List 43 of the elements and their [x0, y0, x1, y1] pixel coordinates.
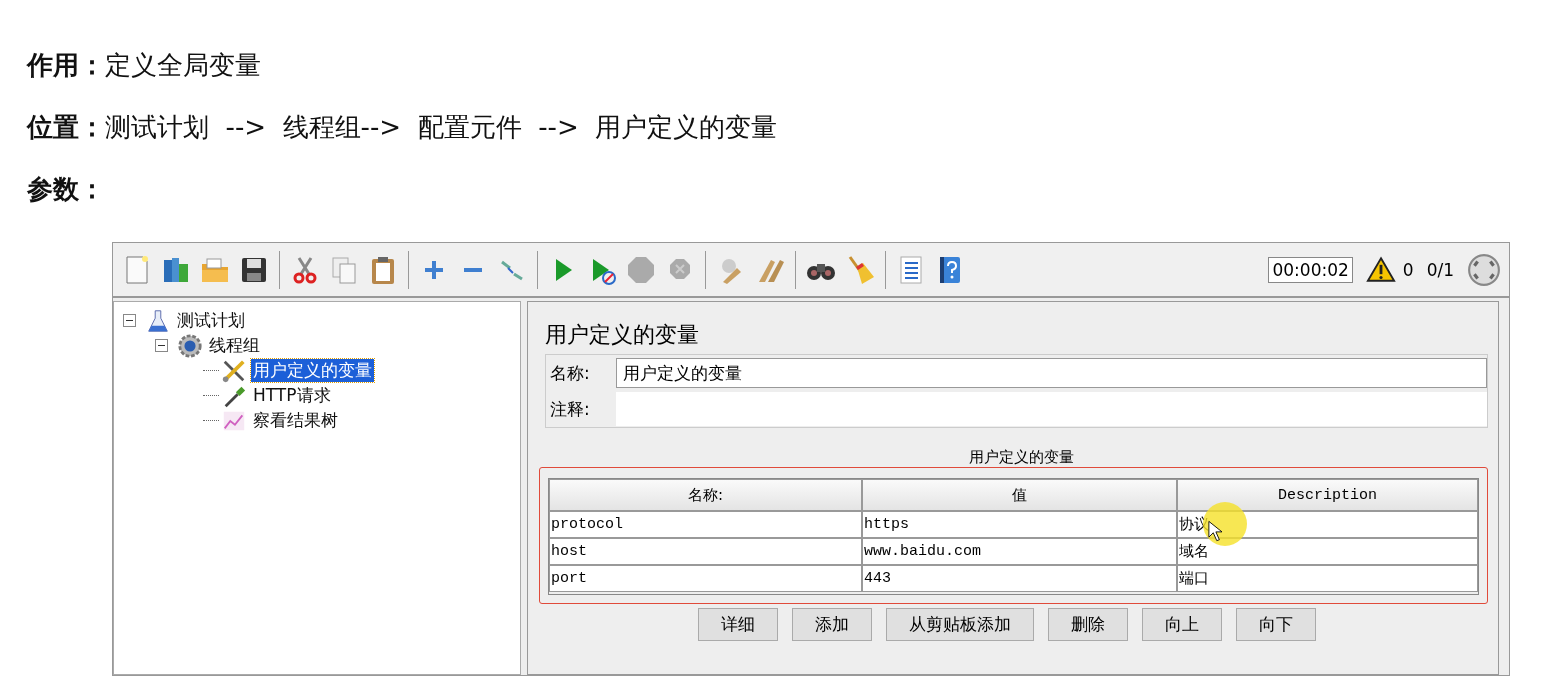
cursor-icon [1208, 520, 1222, 542]
doc-label: 位置： [27, 110, 105, 144]
table-cell: www.baidu.com [862, 538, 1177, 565]
doc-label: 参数： [27, 172, 105, 206]
tree-item[interactable]: 察看结果树 [251, 409, 340, 432]
timer-display: 00:00:02 [1268, 256, 1353, 283]
tree-item[interactable]: 线程组 [207, 334, 262, 357]
comment-field[interactable] [616, 392, 1487, 426]
gear-icon [177, 332, 203, 359]
collapse-toggle[interactable] [155, 339, 168, 352]
thread-count: 0/1 [1426, 259, 1454, 280]
tree-item[interactable]: 用户定义的变量 [251, 359, 374, 382]
table-cell: 443 [862, 565, 1177, 592]
table-cell: 域名 [1177, 538, 1478, 565]
action-button[interactable]: 添加 [791, 608, 872, 641]
table-cell: https [862, 511, 1177, 538]
comment-label: 注释: [549, 397, 591, 421]
name-label: 名称: [549, 361, 591, 385]
action-button[interactable]: 向下 [1235, 608, 1316, 641]
collapse-toggle[interactable] [123, 314, 136, 327]
table-title: 用户定义的变量 [968, 448, 1075, 467]
doc-text: 测试计划 --> 线程组--> 配置元件 --> 用户定义的变量 [105, 110, 778, 144]
action-button[interactable]: 从剪贴板添加 [885, 608, 1034, 641]
action-button[interactable]: 向上 [1141, 608, 1222, 641]
warning-count: 0 [1402, 259, 1414, 280]
flask-icon [145, 307, 171, 334]
doc-text: 定义全局变量 [105, 48, 261, 82]
remote-icon[interactable] [1467, 252, 1501, 287]
column-header[interactable]: Description [1177, 479, 1478, 511]
panel-title: 用户定义的变量 [545, 321, 700, 349]
table-cell: port [549, 565, 862, 592]
tree-item[interactable]: HTTP请求 [251, 384, 333, 407]
name-field[interactable]: 用户定义的变量 [616, 358, 1487, 388]
table-cell: 端口 [1177, 565, 1478, 592]
action-button[interactable]: 详细 [697, 608, 778, 641]
warning-icon[interactable] [1365, 256, 1396, 283]
column-header[interactable]: 名称: [549, 479, 862, 511]
table-cell: host [549, 538, 862, 565]
doc-label: 作用： [27, 48, 105, 82]
action-button[interactable]: 删除 [1047, 608, 1128, 641]
table-cell: protocol [549, 511, 862, 538]
tree-item[interactable]: 测试计划 [175, 309, 247, 332]
column-header[interactable]: 值 [862, 479, 1177, 511]
